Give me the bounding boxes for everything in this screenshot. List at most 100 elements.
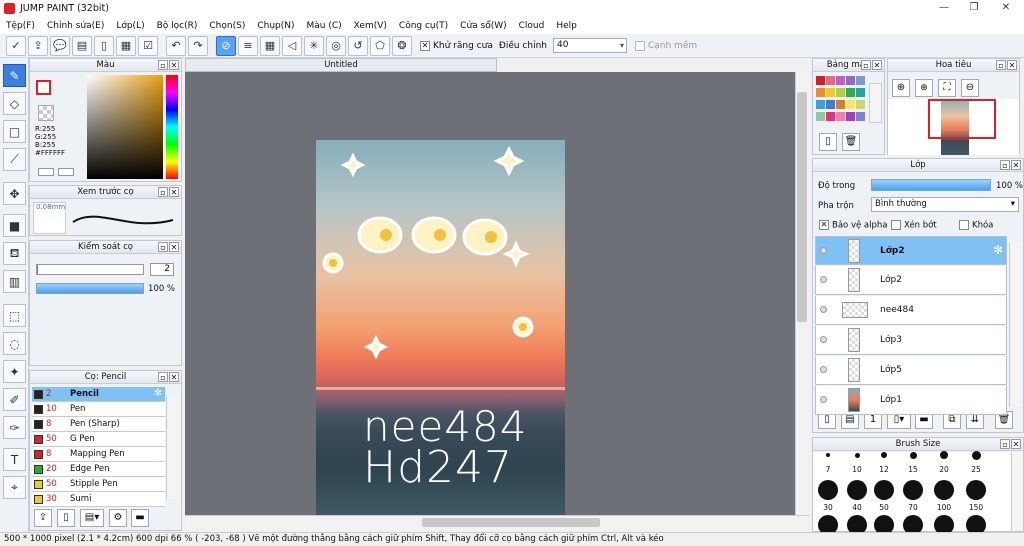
preview-close-icon[interactable]: ✕ — [169, 187, 179, 197]
grid-lines-icon[interactable]: ▦ — [260, 35, 280, 56]
brush-size-scrollbar[interactable] — [1011, 452, 1023, 531]
saturation-value-picker[interactable] — [87, 75, 163, 179]
gradient-tool-icon[interactable]: ▥ — [3, 270, 26, 293]
adjust-input[interactable]: 40 — [552, 38, 627, 53]
menu-help[interactable]: Help — [550, 21, 583, 31]
brush-size-slider[interactable] — [36, 264, 144, 275]
layer-row[interactable]: Lớp2 — [815, 266, 1007, 295]
zoom-in-icon[interactable]: ⊕ — [892, 79, 910, 97]
canvas-vertical-scroll-thumb[interactable] — [797, 92, 807, 322]
maximize-button[interactable]: ❐ — [958, 0, 990, 17]
palette-color-swatch[interactable] — [826, 76, 835, 85]
lock-option[interactable]: Khóa — [959, 220, 993, 231]
parallel-lines-icon[interactable]: ≡ — [238, 35, 258, 56]
zoom-in-alt-icon[interactable]: ⊕ — [915, 79, 933, 97]
palette-color-swatch[interactable] — [846, 100, 855, 109]
clip-option[interactable]: Xén bớt — [891, 220, 937, 231]
comment-icon[interactable]: 💬 — [50, 35, 70, 56]
palette-color-swatch[interactable] — [836, 76, 845, 85]
brush-opacity-slider[interactable] — [36, 283, 144, 294]
artwork-canvas[interactable]: nee484 Hd247 — [316, 140, 565, 515]
document-tab[interactable]: Untitled — [185, 58, 497, 72]
canvas-horizontal-scroll-thumb[interactable] — [422, 518, 600, 527]
pen-tool-icon[interactable]: ✎ — [3, 64, 26, 87]
layer-row[interactable]: Lớp3 — [815, 326, 1007, 355]
ruler-off-icon[interactable]: ⊘ — [216, 35, 236, 56]
page-icon[interactable]: ▦ — [116, 35, 136, 56]
menu-select[interactable]: Chọn(S) — [203, 21, 251, 31]
zoom-out-icon[interactable]: ⊖ — [961, 79, 979, 97]
select-eraser-icon[interactable]: ✑ — [3, 416, 26, 439]
brushsize-close-icon[interactable]: ✕ — [1011, 439, 1021, 449]
brush-list-item[interactable]: 10 Pen — [32, 402, 165, 417]
navigator-float-icon[interactable]: ▫ — [996, 60, 1006, 70]
menu-cloud[interactable]: Cloud — [513, 21, 551, 31]
brush-settings-icon[interactable]: ⚙ — [109, 509, 127, 527]
select-pen-icon[interactable]: ✐ — [3, 388, 26, 411]
layer-visibility-icon[interactable] — [820, 247, 827, 254]
eyedropper-tool-icon[interactable]: ⌖ — [3, 476, 26, 499]
palette-delete-icon[interactable]: 🗑 — [842, 133, 860, 151]
layer-row[interactable]: Lớp5 — [815, 356, 1007, 385]
color-mode-button[interactable] — [38, 168, 54, 176]
menu-layer[interactable]: Lớp(L) — [110, 21, 150, 31]
brush-list-item[interactable]: 20 Edge Pen — [32, 462, 165, 477]
lasso-select-icon[interactable]: ◌ — [3, 332, 26, 355]
layer-close-icon[interactable]: ✕ — [1011, 160, 1021, 170]
symmetry-icon[interactable]: ❂ — [392, 35, 412, 56]
layer-visibility-icon[interactable] — [820, 396, 827, 403]
palette-scrollbar[interactable] — [869, 83, 882, 123]
brushlist-float-icon[interactable]: ▫ — [158, 372, 168, 382]
brush-list-item[interactable]: 8 Mapping Pen — [32, 447, 165, 462]
palette-color-swatch[interactable] — [836, 100, 845, 109]
line-tool-icon[interactable]: ⟋ — [3, 148, 26, 171]
palette-color-swatch[interactable] — [816, 100, 825, 109]
blend-mode-select[interactable]: Bình thường ▾ — [871, 197, 1019, 212]
shape-tool-icon[interactable]: □ — [3, 120, 26, 143]
redo-icon[interactable]: ↷ — [188, 35, 208, 56]
control-float-icon[interactable]: ▫ — [158, 242, 168, 252]
layer-visibility-icon[interactable] — [820, 306, 827, 313]
brush-new-icon[interactable]: ▯ — [57, 509, 75, 527]
menu-view[interactable]: Xem(V) — [348, 21, 393, 31]
brushsize-float-icon[interactable]: ▫ — [1000, 439, 1010, 449]
layer-visibility-icon[interactable] — [820, 276, 827, 283]
palette-color-swatch[interactable] — [846, 112, 855, 121]
tasks-icon[interactable]: ☑ — [138, 35, 158, 56]
foreground-color-swatch[interactable] — [36, 80, 51, 95]
palette-color-swatch[interactable] — [816, 88, 825, 97]
palette-color-swatch[interactable] — [856, 88, 865, 97]
color-history-button[interactable] — [58, 168, 74, 176]
brush-size-field[interactable]: 2 — [150, 263, 174, 276]
brush-list-item[interactable]: 8 Pen (Sharp) — [32, 417, 165, 432]
fill-rect-tool-icon[interactable]: ■ — [3, 214, 26, 237]
bucket-tool-icon[interactable]: ⛾ — [3, 242, 26, 265]
layer-row[interactable]: Lớp1 — [815, 386, 1007, 415]
close-button[interactable]: ✕ — [990, 0, 1022, 17]
navigator-close-icon[interactable]: ✕ — [1007, 60, 1017, 70]
concentric-icon[interactable]: ◎ — [326, 35, 346, 56]
hue-slider[interactable] — [166, 75, 178, 179]
eraser-tool-icon[interactable]: ◇ — [3, 92, 26, 115]
palette-color-swatch[interactable] — [826, 88, 835, 97]
palette-color-swatch[interactable] — [846, 88, 855, 97]
layer-settings-gear-icon[interactable]: ✻ — [993, 243, 1003, 257]
navigator-preview[interactable] — [888, 99, 1019, 155]
palette-color-swatch[interactable] — [816, 112, 825, 121]
menu-filter[interactable]: Bộ lọc(R) — [151, 21, 204, 31]
menu-capture[interactable]: Chụp(N) — [251, 21, 300, 31]
brush-folder-icon[interactable]: ▬ — [131, 509, 149, 527]
palette-color-swatch[interactable] — [856, 100, 865, 109]
minimize-button[interactable]: — — [928, 0, 960, 17]
text-tool-icon[interactable]: T — [3, 448, 26, 471]
undo-icon[interactable]: ↶ — [166, 35, 186, 56]
fit-screen-icon[interactable]: ⛶ — [938, 79, 956, 97]
menu-tools[interactable]: Công cụ(T) — [393, 21, 454, 31]
palette-add-icon[interactable]: ▯ — [819, 133, 837, 151]
color-panel-close-icon[interactable]: ✕ — [169, 60, 179, 70]
protect-alpha-option[interactable]: ✕ Bảo vệ alpha — [819, 220, 887, 231]
preview-float-icon[interactable]: ▫ — [158, 187, 168, 197]
palette-color-swatch[interactable] — [826, 100, 835, 109]
palette-color-swatch[interactable] — [856, 112, 865, 121]
brush-list-scrollbar[interactable] — [166, 395, 180, 499]
